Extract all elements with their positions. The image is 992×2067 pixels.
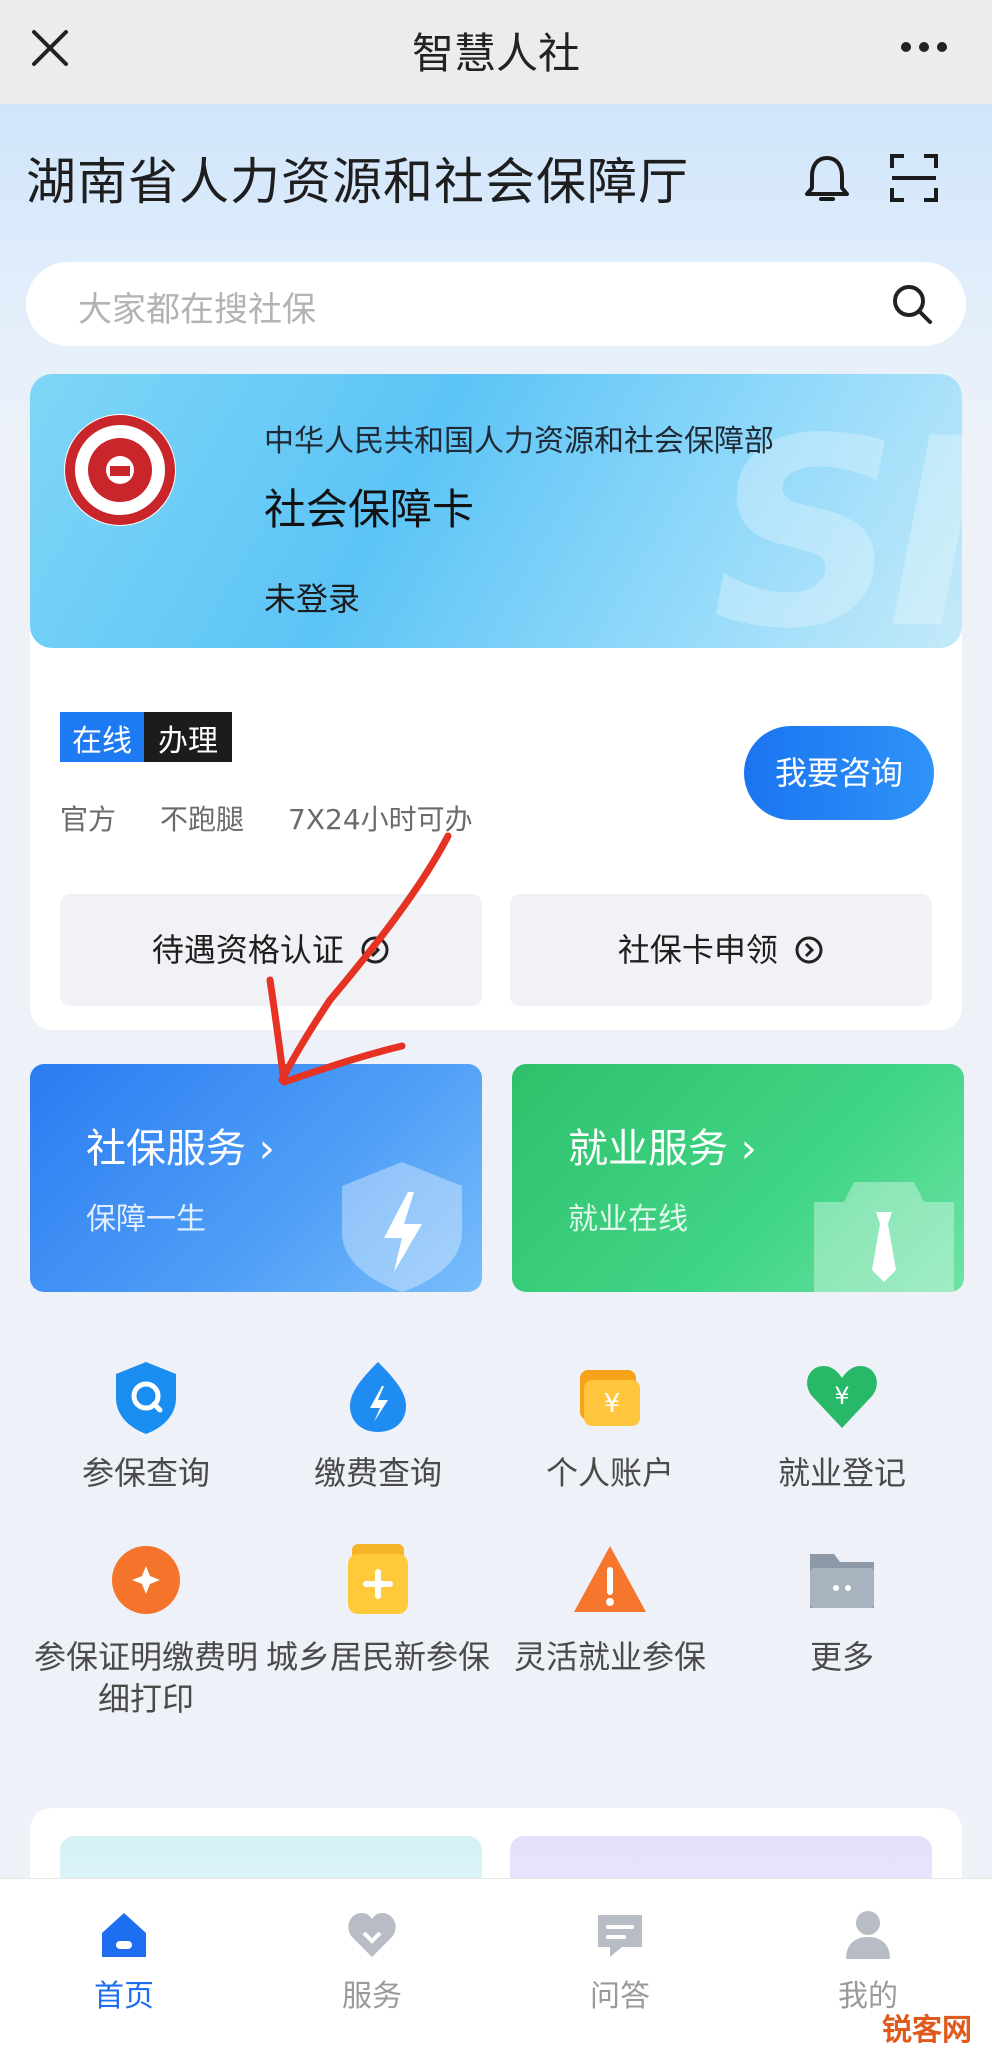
svg-text:¥: ¥ <box>604 1389 621 1419</box>
tab-qa[interactable]: 问答 <box>520 1907 720 2015</box>
heart-yuan-icon: ¥ <box>807 1366 877 1428</box>
tile-title: 就业服务 › <box>568 1126 757 1172</box>
tile-title: 社保服务 › <box>86 1126 275 1172</box>
tile-subtitle: 就业在线 <box>568 1202 688 1237</box>
bell-icon[interactable] <box>802 152 852 206</box>
folder-more-icon <box>810 1554 874 1608</box>
grid-item-more[interactable]: 更多 <box>726 1540 958 1678</box>
grid-label: 更多 <box>809 1638 874 1676</box>
social-security-emblem-icon <box>64 414 176 526</box>
grid-item-payment-query[interactable]: 缴费查询 <box>262 1356 494 1494</box>
social-insurance-service-tile[interactable]: 社保服务 › 保障一生 <box>30 1064 482 1292</box>
tag: 不跑腿 <box>160 803 245 836</box>
grid-label: 灵活就业参保 <box>513 1638 706 1676</box>
grid-item-insurance-query[interactable]: 参保查询 <box>30 1356 262 1494</box>
chat-icon <box>598 1915 642 1957</box>
briefcase-tie-icon <box>814 1182 954 1292</box>
svg-text:¥: ¥ <box>834 1382 849 1410</box>
qualification-auth-label: 待遇资格认证 <box>151 931 344 969</box>
home-icon <box>102 1913 146 1957</box>
tag: 7X24小时可办 <box>288 803 473 836</box>
org-title: 湖南省人力资源和社会保障厅 <box>26 153 689 211</box>
card-name: 社会保障卡 <box>264 485 475 534</box>
grid-item-personal-account[interactable]: ¥ 个人账户 <box>494 1356 726 1494</box>
tag: 官方 <box>60 803 117 836</box>
tab-label: 问答 <box>590 1979 650 2014</box>
more-icon[interactable] <box>900 40 948 54</box>
social-security-card[interactable]: SI 中华人民共和国人力资源和社会保障部 社会保障卡 未登录 <box>30 374 962 648</box>
certificate-icon <box>112 1546 180 1614</box>
badge-online: 在线 <box>60 712 144 762</box>
user-icon <box>846 1911 890 1959</box>
wallet-icon: ¥ <box>580 1370 640 1426</box>
heart-icon <box>348 1913 396 1957</box>
card-apply-button[interactable]: 社保卡申领 <box>510 894 932 1006</box>
grid-label: 参保查询 <box>81 1454 210 1492</box>
grid-label: 参保证明缴费明细打印 <box>33 1638 258 1718</box>
page-title: 智慧人社 <box>411 29 580 78</box>
main-panel: SI 中华人民共和国人力资源和社会保障部 社会保障卡 未登录 在线 办理 官方 … <box>30 374 962 1030</box>
search-bar[interactable]: 大家都在搜社保 <box>26 262 966 346</box>
grid-label: 就业登记 <box>777 1454 906 1492</box>
shield-bolt-icon <box>342 1162 462 1292</box>
search-placeholder: 大家都在搜社保 <box>78 290 316 330</box>
online-badge: 在线 办理 <box>60 712 232 762</box>
login-status[interactable]: 未登录 <box>264 574 360 620</box>
tab-services[interactable]: 服务 <box>272 1907 472 2015</box>
shield-search-icon <box>116 1362 176 1434</box>
site-watermark: 锐客网 <box>882 2013 972 2048</box>
tab-bar: 首页 服务 问答 我的 <box>0 1878 992 2067</box>
payment-drop-icon <box>350 1362 406 1432</box>
scan-icon[interactable] <box>888 152 940 204</box>
feature-tags: 官方 不跑腿 7X24小时可办 <box>60 798 473 838</box>
search-icon[interactable] <box>890 282 934 326</box>
add-insurance-icon <box>348 1544 408 1614</box>
grid-item-flexible-insurance[interactable]: 灵活就业参保 <box>494 1540 726 1678</box>
chevron-circle-icon <box>361 936 389 964</box>
grid-item-new-insurance[interactable]: 城乡居民新参保 <box>262 1540 494 1678</box>
tab-label: 服务 <box>342 1979 402 2014</box>
badge-handle: 办理 <box>144 712 232 762</box>
grid-label: 个人账户 <box>545 1454 674 1492</box>
warning-icon <box>574 1546 646 1612</box>
consult-button[interactable]: 我要咨询 <box>744 726 934 820</box>
grid-label: 城乡居民新参保 <box>265 1638 490 1676</box>
grid-item-employment-register[interactable]: ¥ 就业登记 <box>726 1356 958 1494</box>
grid-label: 缴费查询 <box>313 1454 442 1492</box>
grid-item-certificate-print[interactable]: 参保证明缴费明细打印 <box>30 1540 262 1720</box>
tab-label: 首页 <box>94 1979 154 2014</box>
tab-mine[interactable]: 我的 <box>768 1907 968 2015</box>
chevron-circle-icon <box>795 936 823 964</box>
employment-service-tile[interactable]: 就业服务 › 就业在线 <box>512 1064 964 1292</box>
tab-home[interactable]: 首页 <box>24 1907 224 2015</box>
card-apply-label: 社保卡申领 <box>617 931 778 969</box>
tile-subtitle: 保障一生 <box>86 1202 206 1237</box>
card-ministry: 中华人民共和国人力资源和社会保障部 <box>264 424 774 459</box>
qualification-auth-button[interactable]: 待遇资格认证 <box>60 894 482 1006</box>
top-bar: 智慧人社 <box>0 0 992 104</box>
